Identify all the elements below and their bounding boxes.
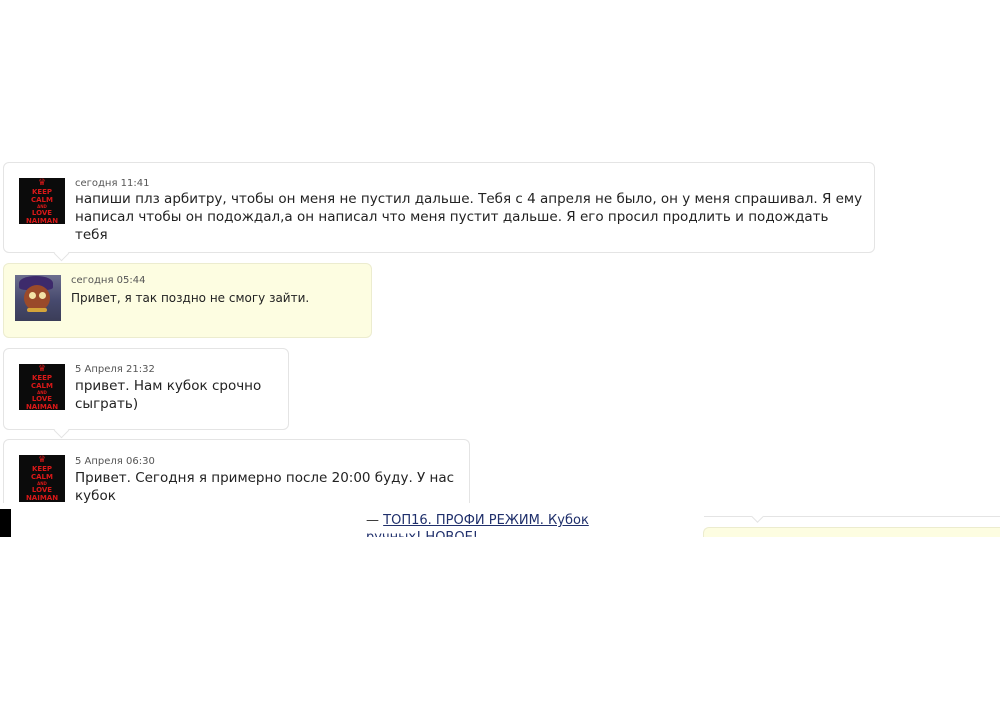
- message-bubble: ♛ KEEP CALM AND LOVE NAIMAN 5 Апреля 21:…: [3, 348, 289, 439]
- message-time: 5 Апреля 06:30: [75, 456, 155, 467]
- topic-link[interactable]: ТОП16. ПРОФИ РЕЖИМ. Кубок ручных! НОВОЕ!: [366, 513, 589, 537]
- avatar-text: KEEP: [31, 465, 53, 473]
- avatar-text: LOVE: [31, 395, 53, 403]
- avatar-text: CALM: [31, 473, 53, 481]
- avatar-text: CALM: [31, 382, 53, 390]
- avatar-text: LOVE: [31, 209, 53, 217]
- avatar-text: KEEP: [31, 188, 53, 196]
- topic-item: — ТОП16. ПРОФИ РЕЖИМ. Кубок ручных! НОВО…: [366, 512, 606, 537]
- avatar-text: CALM: [31, 196, 53, 204]
- divider: [704, 516, 1000, 517]
- message-time: сегодня 11:41: [75, 178, 150, 189]
- avatar[interactable]: ♛ KEEP CALM AND LOVE NAIMAN: [19, 178, 65, 224]
- avatar-text: NAIMAN: [25, 403, 59, 410]
- crown-icon: ♛: [37, 455, 47, 465]
- avatar-text: NAIMAN: [25, 494, 59, 502]
- message-text: привет. Нам кубок срочно сыграть): [75, 378, 262, 412]
- message-text: Привет, я так поздно не смогу зайти.: [71, 291, 310, 305]
- message-bubble: сегодня 05:44 Привет, я так поздно не см…: [3, 263, 372, 338]
- dash: —: [366, 513, 379, 528]
- avatar[interactable]: ♛ KEEP CALM AND LOVE NAIMAN: [19, 364, 65, 410]
- message-text: напиши плз арбитру, чтобы он меня не пус…: [75, 191, 863, 243]
- message-bubble: ♛ KEEP CALM AND LOVE NAIMAN сегодня 11:4…: [3, 162, 875, 262]
- crown-icon: ♛: [37, 178, 47, 188]
- message-time: сегодня 05:44: [71, 275, 146, 286]
- scrollbar-thumb[interactable]: [0, 509, 11, 537]
- bubble-pointer: [751, 510, 764, 523]
- message-time: 5 Апреля 21:32: [75, 364, 155, 375]
- message-text: Привет. Сегодня я примерно после 20:00 б…: [75, 470, 455, 504]
- crown-icon: ♛: [37, 364, 47, 374]
- avatar[interactable]: ♛ KEEP CALM AND LOVE NAIMAN: [19, 455, 65, 502]
- avatar-text: NAIMAN: [25, 217, 59, 224]
- avatar-text: KEEP: [31, 374, 53, 382]
- avatar-text: LOVE: [31, 486, 53, 494]
- avatar[interactable]: [15, 275, 61, 321]
